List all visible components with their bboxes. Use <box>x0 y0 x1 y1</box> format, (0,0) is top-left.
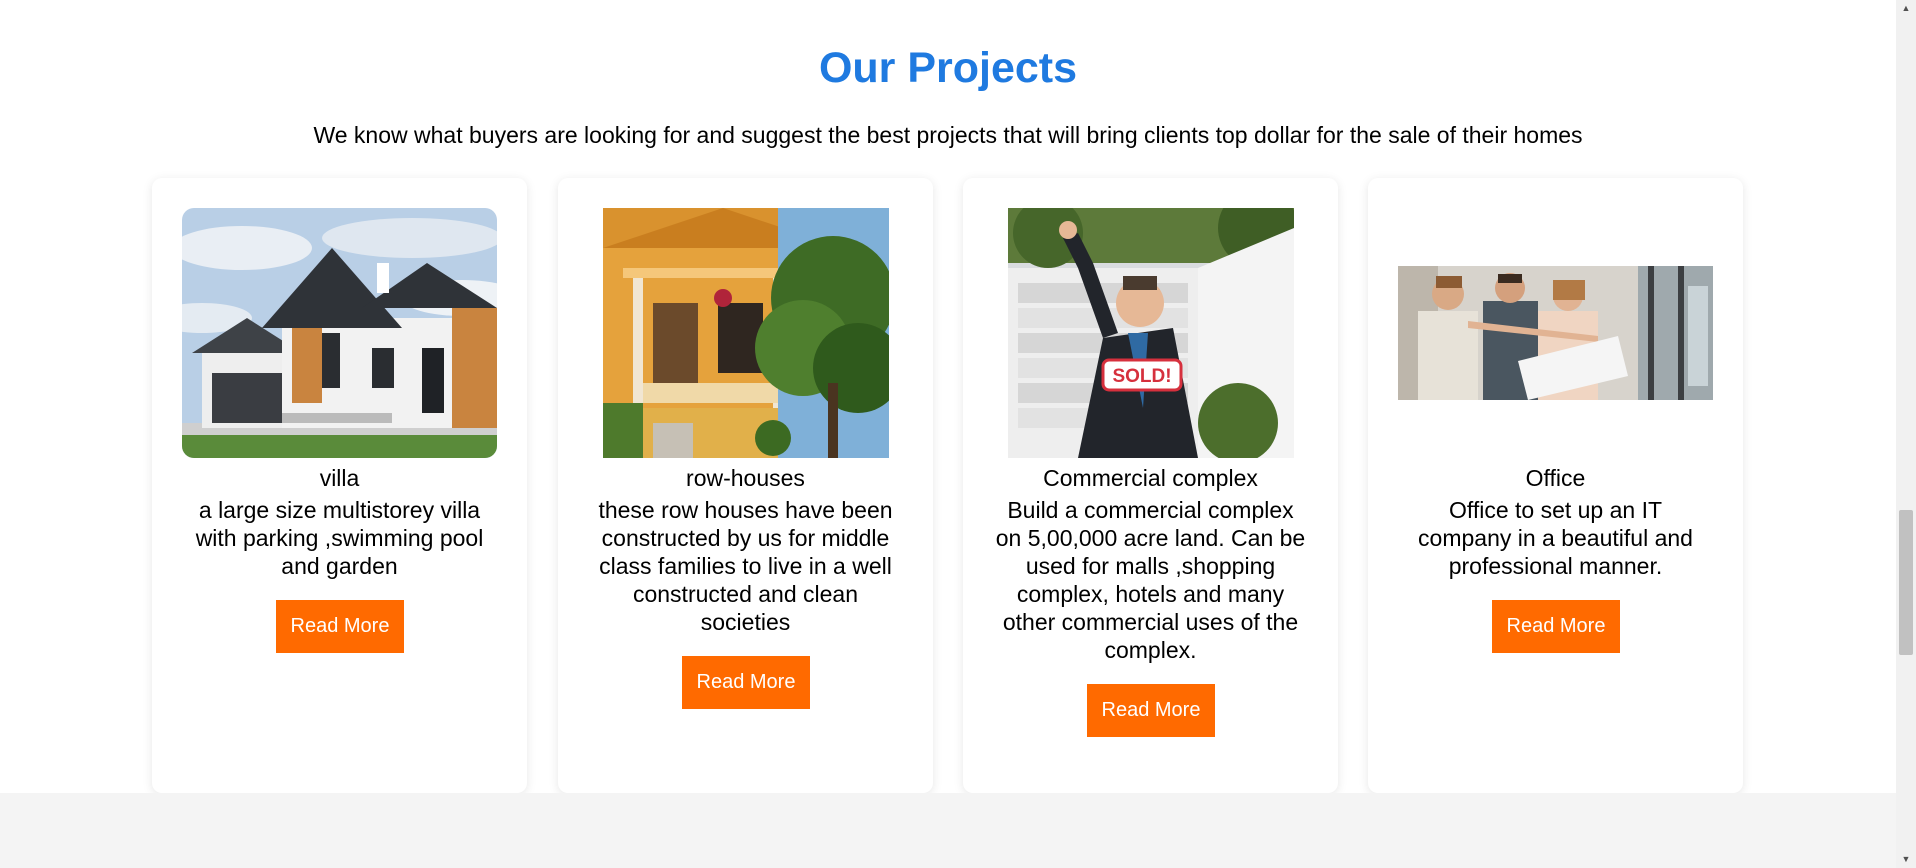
project-card-office: Office Office to set up an IT company in… <box>1368 178 1743 793</box>
project-card-commercial-complex: SOLD! Commercial complex Build a commerc… <box>963 178 1338 793</box>
project-description: a large size multistorey villa with park… <box>195 497 484 579</box>
project-card-villa: villa a large size multistorey villa wit… <box>152 178 527 793</box>
section-title: Our Projects <box>818 44 1078 92</box>
next-section-band <box>0 793 1896 868</box>
vertical-scrollbar[interactable]: ▲ ▼ <box>1896 0 1916 868</box>
project-title: row-houses <box>686 465 805 491</box>
scroll-down-arrow-icon[interactable]: ▼ <box>1896 851 1916 868</box>
sold-sign-text: SOLD! <box>1112 366 1171 387</box>
project-title: Commercial complex <box>1043 465 1258 491</box>
project-card-row-houses: row-houses these row houses have been co… <box>558 178 933 793</box>
section-subtitle: We know what buyers are looking for and … <box>313 122 1583 148</box>
office-photo <box>1398 266 1713 400</box>
scroll-up-arrow-icon[interactable]: ▲ <box>1896 0 1916 17</box>
project-title: Office <box>1525 465 1586 491</box>
page: Our Projects We know what buyers are loo… <box>0 0 1896 868</box>
scrollbar-thumb[interactable] <box>1899 510 1913 655</box>
browser-viewport: Our Projects We know what buyers are loo… <box>0 0 1916 868</box>
villa-photo <box>182 208 497 458</box>
row-houses-photo <box>603 208 889 458</box>
project-description: Build a commercial complex on 5,00,000 a… <box>995 497 1306 663</box>
read-more-button[interactable]: Read More <box>1087 684 1215 737</box>
read-more-button[interactable]: Read More <box>276 600 404 653</box>
project-description: these row houses have been constructed b… <box>598 497 893 635</box>
project-title: villa <box>319 465 360 491</box>
read-more-button[interactable]: Read More <box>682 656 810 709</box>
read-more-button[interactable]: Read More <box>1492 600 1620 653</box>
commercial-complex-photo: SOLD! <box>1008 208 1294 458</box>
project-description: Office to set up an IT company in a beau… <box>1418 497 1693 579</box>
projects-section: Our Projects We know what buyers are loo… <box>0 0 1896 793</box>
